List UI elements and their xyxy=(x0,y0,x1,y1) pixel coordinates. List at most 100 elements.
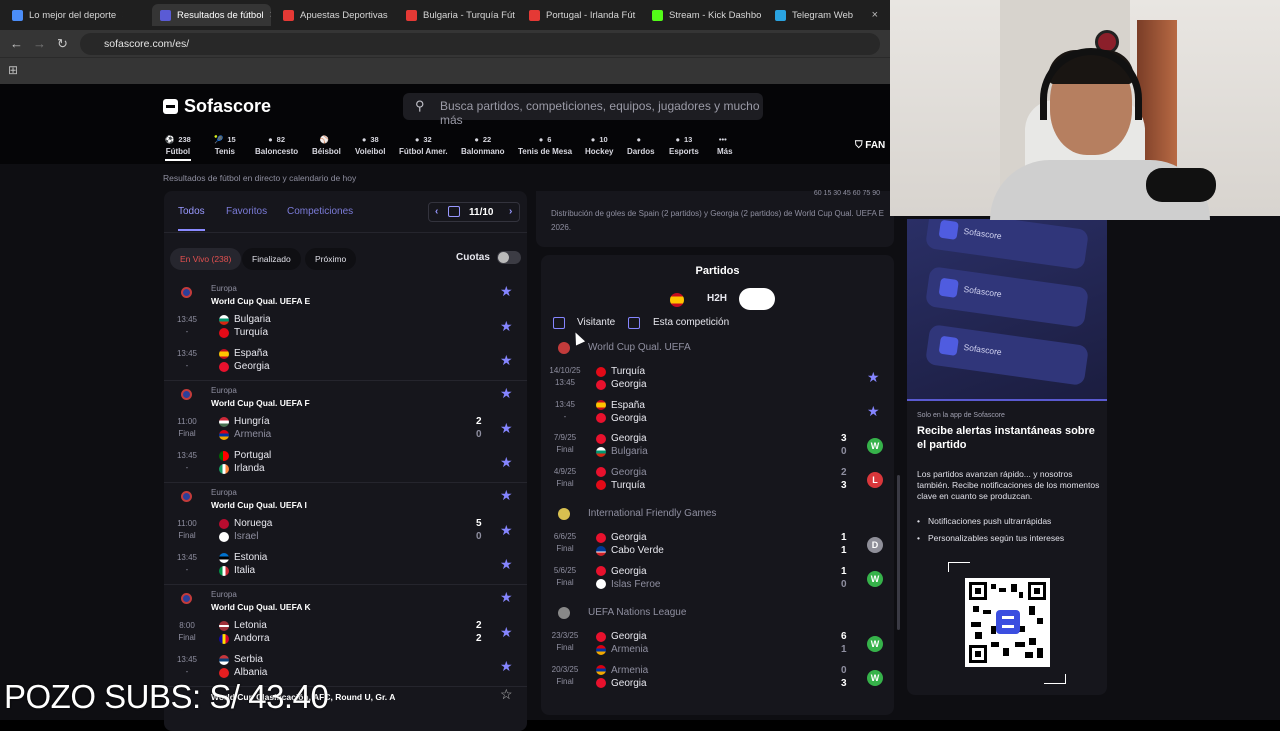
competition-checkbox[interactable] xyxy=(628,317,640,329)
match-row[interactable]: Hungría2Armenia011:00Final★ xyxy=(164,416,527,448)
home-team: Georgia xyxy=(596,566,647,577)
result-badge: W xyxy=(867,670,883,686)
browser-tab[interactable]: Apuestas Deportivas× xyxy=(275,4,394,26)
sport-count: 6 xyxy=(547,135,551,144)
browser-tab[interactable]: Stream - Kick Dashbo× xyxy=(644,4,763,26)
favorite-star-icon[interactable]: ★ xyxy=(500,624,513,641)
browser-tab[interactable]: Resultados de fútbol× xyxy=(152,4,271,26)
apps-grid-icon[interactable]: ⊞ xyxy=(8,63,18,77)
panel-scrollbar[interactable] xyxy=(897,475,900,630)
favorite-star-icon[interactable]: ★ xyxy=(500,556,513,573)
tournament-header[interactable]: International Friendly Games xyxy=(541,505,894,525)
team-name: España xyxy=(234,348,268,359)
team-flag-icon xyxy=(219,566,229,576)
sport-count-row: ••• xyxy=(717,135,733,144)
sport-esports[interactable]: ●13Esports xyxy=(669,135,699,156)
forward-icon[interactable]: → xyxy=(33,36,46,51)
tab-favoritos[interactable]: Favoritos xyxy=(226,206,267,217)
fan-button[interactable]: ⛉ FAN xyxy=(855,140,885,151)
match-row[interactable]: PortugalIrlanda13:45-★ xyxy=(164,450,527,482)
favorite-star-icon[interactable]: ★ xyxy=(867,369,880,386)
competition-header[interactable]: EuropaWorld Cup Qual. UEFA F★ xyxy=(164,386,527,408)
match-row[interactable]: Noruega5Israel011:00Final★ xyxy=(164,518,527,550)
tournament-header[interactable]: UEFA Nations League xyxy=(541,604,894,624)
favorite-star-icon[interactable]: ★ xyxy=(500,420,513,437)
sport-fútbol-amer-[interactable]: ●32Fútbol Amer. xyxy=(399,135,448,156)
tournament-logo-icon xyxy=(558,607,570,619)
sport-baloncesto[interactable]: ●82Baloncesto xyxy=(255,135,298,156)
chip-finished[interactable]: Finalizado xyxy=(242,248,301,270)
sport-tenis-de-mesa[interactable]: ●6Tenis de Mesa xyxy=(518,135,572,156)
browser-tab[interactable]: Telegram Web× xyxy=(767,4,886,26)
back-icon[interactable]: ← xyxy=(10,36,23,51)
tournament-header[interactable]: World Cup Qual. UEFA xyxy=(541,339,894,359)
sport-béisbol[interactable]: ⚾Béisbol xyxy=(312,135,341,156)
calendar-icon xyxy=(448,206,460,217)
prev-date-icon[interactable]: ‹ xyxy=(435,206,438,217)
favorite-star-icon[interactable]: ★ xyxy=(500,318,513,335)
favorite-star-icon[interactable]: ★ xyxy=(867,403,880,420)
next-date-icon[interactable]: › xyxy=(509,206,512,217)
h2h-match-row[interactable]: 20/3/25FinalArmenia0Georgia3W xyxy=(541,665,894,697)
favorite-star-icon[interactable]: ★ xyxy=(500,487,513,504)
favorite-star-icon[interactable]: ★ xyxy=(500,658,513,675)
spain-flag-icon[interactable] xyxy=(670,293,684,307)
chip-live[interactable]: En Vivo (238) xyxy=(170,248,241,270)
reload-icon[interactable]: ↻ xyxy=(57,36,68,52)
favorite-star-icon[interactable]: ★ xyxy=(500,589,513,606)
sport-dardos[interactable]: ●Dardos xyxy=(627,135,655,156)
match-row[interactable]: BulgariaTurquía13:45-★ xyxy=(164,314,527,346)
tab-todos[interactable]: Todos xyxy=(178,206,205,231)
browser-tab[interactable]: Portugal - Irlanda Fút× xyxy=(521,4,640,26)
sport-tenis[interactable]: 🎾15Tenis xyxy=(214,135,236,156)
competition-header[interactable]: EuropaWorld Cup Qual. UEFA E★ xyxy=(164,284,527,306)
chip-upcoming[interactable]: Próximo xyxy=(305,248,356,270)
date-picker[interactable]: ‹ 11/10 › xyxy=(428,202,520,222)
tab-competiciones[interactable]: Competiciones xyxy=(287,206,353,217)
sport-hockey[interactable]: ●10Hockey xyxy=(585,135,613,156)
browser-tab[interactable]: Bulgaria - Turquía Fút× xyxy=(398,4,517,26)
close-tab-icon[interactable]: × xyxy=(270,9,271,21)
favorite-star-icon[interactable]: ★ xyxy=(500,385,513,402)
team-flag-icon xyxy=(219,417,229,427)
h2h-match-row[interactable]: 14/10/2513:45TurquíaGeorgia★ xyxy=(541,366,894,398)
georgia-toggle[interactable] xyxy=(739,288,775,310)
h2h-match-row[interactable]: 7/9/25FinalGeorgia3Bulgaria0W xyxy=(541,433,894,465)
favorite-star-icon[interactable]: ★ xyxy=(500,352,513,369)
away-checkbox[interactable] xyxy=(553,317,565,329)
match-row[interactable]: EspañaGeorgia13:45-★ xyxy=(164,348,527,380)
h2h-match-row[interactable]: 6/6/25FinalGeorgia1Cabo Verde1D xyxy=(541,532,894,564)
favorite-star-icon[interactable]: ★ xyxy=(500,283,513,300)
away-team: Israel xyxy=(219,531,258,542)
sport-más[interactable]: •••Más xyxy=(717,135,733,156)
team-flag-icon xyxy=(219,328,229,338)
sport-balonmano[interactable]: ●22Balonmano xyxy=(461,135,505,156)
competition-header[interactable]: EuropaWorld Cup Qual. UEFA I★ xyxy=(164,488,527,510)
favorite-star-icon[interactable]: ★ xyxy=(500,454,513,471)
odds-toggle[interactable] xyxy=(497,251,521,264)
home-team: Georgia xyxy=(596,532,647,543)
h2h-match-row[interactable]: 13:45-EspañaGeorgia★ xyxy=(541,400,894,432)
h2h-match-row[interactable]: 23/3/25FinalGeorgia6Armenia1W xyxy=(541,631,894,663)
promo-card: Sofascore xyxy=(925,324,1089,386)
h2h-match-row[interactable]: 5/6/25FinalGeorgia1Islas Feroe0W xyxy=(541,566,894,598)
match-row[interactable]: Letonia2Andorra28:00Final★ xyxy=(164,620,527,652)
close-tab-icon[interactable]: × xyxy=(122,9,123,21)
sport-voleibol[interactable]: ●38Voleibol xyxy=(355,135,386,156)
close-tab-icon[interactable]: × xyxy=(872,9,878,21)
h2h-match-row[interactable]: 4/9/25FinalGeorgia2Turquía3L xyxy=(541,467,894,499)
favorite-star-outline-icon[interactable]: ☆ xyxy=(500,686,513,703)
address-bar[interactable]: sofascore.com/es/ xyxy=(80,33,880,55)
browser-tab[interactable]: Lo mejor del deporte× xyxy=(4,4,123,26)
basketball-icon: ● xyxy=(268,135,273,144)
h2h-label[interactable]: H2H xyxy=(707,293,727,304)
sport-label: Hockey xyxy=(585,147,613,156)
match-status: Final xyxy=(176,633,198,642)
sport-fútbol[interactable]: ⚽238Fútbol xyxy=(165,135,191,161)
competition-header[interactable]: EuropaWorld Cup Qual. UEFA K★ xyxy=(164,590,527,612)
search-input[interactable]: ⚲Busca partidos, competiciones, equipos,… xyxy=(403,93,763,120)
sofascore-logo[interactable]: Sofascore xyxy=(163,96,271,117)
more-icon: ••• xyxy=(719,135,727,144)
match-row[interactable]: EstoniaItalia13:45-★ xyxy=(164,552,527,584)
favorite-star-icon[interactable]: ★ xyxy=(500,522,513,539)
